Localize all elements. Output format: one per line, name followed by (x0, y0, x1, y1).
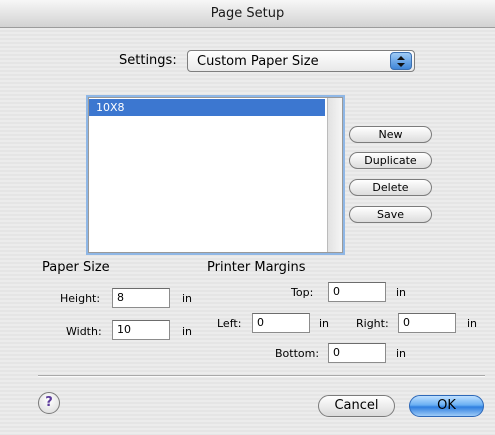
settings-selected-value: Custom Paper Size (197, 54, 319, 69)
width-label: Width: (66, 325, 102, 338)
top-margin-label: Top: (291, 286, 314, 299)
list-scrollbar[interactable] (327, 98, 342, 252)
settings-popup[interactable]: Custom Paper Size (187, 50, 415, 72)
help-icon[interactable]: ? (38, 392, 60, 414)
right-margin-field[interactable]: 0 (398, 313, 456, 333)
top-margin-field[interactable]: 0 (328, 282, 386, 302)
new-button[interactable]: New (349, 126, 432, 143)
top-margin-unit: in (396, 286, 407, 299)
left-margin-label: Left: (217, 317, 242, 330)
window-title: Page Setup (210, 6, 285, 21)
bottom-margin-label: Bottom: (275, 347, 320, 360)
title-bar: Page Setup (0, 0, 495, 28)
left-margin-field[interactable]: 0 (252, 313, 310, 333)
paper-size-list[interactable]: 10X8 (86, 95, 345, 255)
right-margin-unit: in (467, 317, 478, 330)
right-margin-label: Right: (356, 317, 389, 330)
duplicate-button[interactable]: Duplicate (349, 152, 432, 169)
save-button[interactable]: Save (349, 206, 432, 223)
delete-button[interactable]: Delete (349, 179, 432, 196)
footer-separator (38, 375, 485, 377)
width-unit: in (182, 325, 193, 338)
bottom-margin-field[interactable]: 0 (328, 343, 386, 363)
left-margin-unit: in (319, 317, 330, 330)
settings-label: Settings: (119, 53, 177, 68)
bottom-margin-unit: in (396, 347, 407, 360)
cancel-button[interactable]: Cancel (318, 395, 395, 417)
width-field[interactable]: 10 (112, 320, 170, 340)
printer-margins-heading: Printer Margins (207, 260, 306, 275)
height-unit: in (182, 292, 193, 305)
list-item[interactable]: 10X8 (89, 99, 325, 116)
height-label: Height: (60, 292, 101, 305)
ok-button[interactable]: OK (409, 395, 484, 417)
updown-arrows-icon (390, 52, 412, 70)
paper-size-heading: Paper Size (42, 260, 110, 275)
height-field[interactable]: 8 (112, 288, 170, 308)
